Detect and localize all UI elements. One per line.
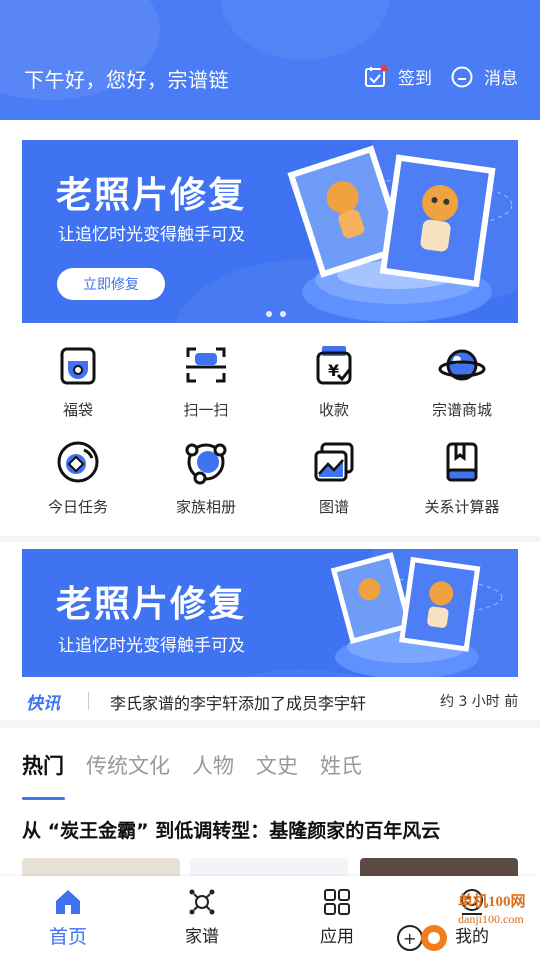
tab-history[interactable]: 文史 xyxy=(256,750,298,780)
article-title[interactable]: 从 “炭王金霸” 到低调转型：基隆颜家的百年风云 xyxy=(22,816,440,843)
grid-label: 关系计算器 xyxy=(424,498,500,516)
home-icon xyxy=(56,890,80,914)
watermark-url: danji100.com xyxy=(458,912,524,926)
scan-icon xyxy=(186,347,226,383)
message-label: 消息 xyxy=(484,69,518,89)
tab-traditional-culture[interactable]: 传统文化 xyxy=(86,750,170,780)
tabbar-label: 应用 xyxy=(320,927,354,947)
grid-item-atlas[interactable]: 图谱 xyxy=(269,438,399,517)
calendar-check-icon xyxy=(365,64,388,87)
header: 下午好，您好，宗谱链 签到 消息 xyxy=(0,0,540,120)
book-icon xyxy=(446,442,478,482)
tab-surname[interactable]: 姓氏 xyxy=(320,750,362,780)
grid-label: 福袋 xyxy=(62,401,93,419)
grid-label: 今日任务 xyxy=(47,498,108,516)
news-time: 约 3 小时 前 xyxy=(440,694,519,710)
tabbar-home[interactable]: 首页 xyxy=(18,876,118,960)
tabbar-apps[interactable]: 应用 xyxy=(287,876,387,960)
lucky-bag-icon xyxy=(60,347,96,385)
restore-now-button[interactable]: 立即修复 xyxy=(57,268,165,300)
planet-icon xyxy=(438,349,486,381)
grid-item-payment[interactable]: ¥ 收款 xyxy=(269,341,399,420)
grid-item-relation-calculator[interactable]: 关系计算器 xyxy=(397,438,527,517)
photo-restore-banner-secondary[interactable]: 老照片修复 让追忆时光变得触手可及 xyxy=(22,549,518,677)
article-thumbnail xyxy=(190,858,348,878)
album-icon xyxy=(185,443,227,485)
tab-people[interactable]: 人物 xyxy=(192,750,234,780)
checkin-button[interactable]: 签到 xyxy=(364,64,432,89)
grid-item-mall[interactable]: 宗谱商城 xyxy=(397,341,527,420)
news-tag: 快讯 xyxy=(26,694,60,714)
banner-title: 老照片修复 xyxy=(56,583,247,624)
apps-icon xyxy=(324,889,350,915)
tabbar-genealogy[interactable]: 家谱 xyxy=(152,876,252,960)
grid-item-daily-task[interactable]: 今日任务 xyxy=(13,438,143,517)
svg-text:¥: ¥ xyxy=(328,361,339,380)
network-icon xyxy=(189,889,215,915)
checkin-label: 签到 xyxy=(398,69,432,89)
article-thumbnail xyxy=(360,858,518,878)
tab-hot[interactable]: 热门 xyxy=(22,750,64,780)
article-thumbnails[interactable] xyxy=(22,858,518,878)
grid-label: 图谱 xyxy=(318,498,349,516)
greeting-text: 下午好，您好，宗谱链 xyxy=(24,68,229,92)
task-icon xyxy=(57,441,99,483)
carousel-dots xyxy=(266,311,286,317)
article-thumbnail xyxy=(22,858,180,878)
photo-frames-illustration xyxy=(330,552,503,677)
banner-title: 老照片修复 xyxy=(56,174,247,215)
grid-item-lucky-bag[interactable]: 福袋 xyxy=(13,341,143,420)
payment-icon: ¥ xyxy=(316,346,352,385)
message-button[interactable]: 消息 xyxy=(450,64,518,89)
news-divider xyxy=(88,692,89,710)
category-tabs: 热门 传统文化 人物 文史 姓氏 xyxy=(22,750,384,780)
tab-indicator xyxy=(22,797,65,800)
grid-label: 扫一扫 xyxy=(183,401,229,419)
image-icon xyxy=(314,442,354,482)
news-text: 李氏家谱的李宇轩添加了成员李宇轩 xyxy=(110,694,367,713)
photo-restore-banner[interactable]: 老照片修复 让追忆时光变得触手可及 立即修复 xyxy=(22,140,518,323)
banner-subtitle: 让追忆时光变得触手可及 xyxy=(58,636,245,656)
grid-label: 收款 xyxy=(318,401,349,419)
tabbar-label: 家谱 xyxy=(185,927,219,947)
grid-item-scan[interactable]: 扫一扫 xyxy=(141,341,271,420)
grid-item-family-album[interactable]: 家族相册 xyxy=(141,438,271,517)
tabbar-label: 首页 xyxy=(48,926,87,948)
grid-label: 宗谱商城 xyxy=(431,401,492,419)
photo-frames-illustration xyxy=(287,145,512,322)
message-icon xyxy=(451,66,473,87)
news-ticker[interactable]: 快讯 李氏家谱的李宇轩添加了成员李宇轩 约 3 小时 前 xyxy=(0,680,540,720)
svg-text:+: + xyxy=(403,929,416,948)
watermark-text: 单机100网 xyxy=(458,894,526,910)
grid-label: 家族相册 xyxy=(175,498,236,516)
banner-subtitle: 让追忆时光变得触手可及 xyxy=(58,225,245,245)
